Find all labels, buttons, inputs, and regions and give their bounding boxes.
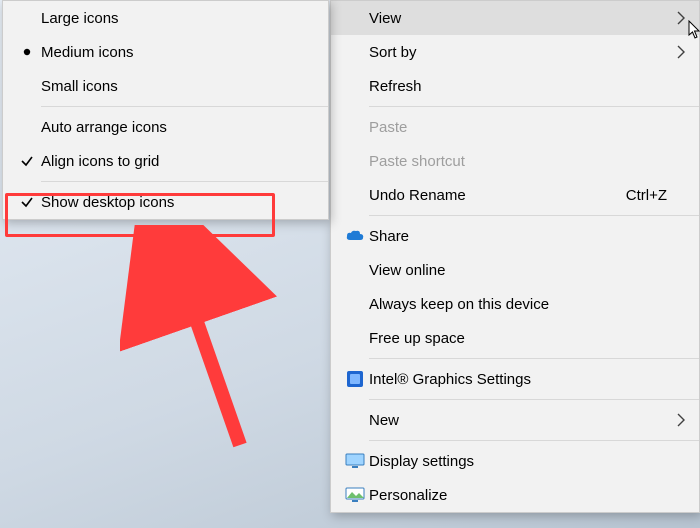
menu-separator xyxy=(369,358,699,359)
menu-item-graphics-settings[interactable]: Intel® Graphics Settings xyxy=(331,362,699,396)
menu-item-share[interactable]: Share xyxy=(331,219,699,253)
menu-item-label: Undo Rename xyxy=(369,187,626,204)
display-settings-icon xyxy=(341,453,369,469)
menu-item-label: New xyxy=(369,412,673,429)
menu-item-label: Auto arrange icons xyxy=(41,119,318,136)
menu-item-always-keep[interactable]: Always keep on this device xyxy=(331,287,699,321)
menu-item-small-icons[interactable]: Small icons xyxy=(3,69,328,103)
menu-item-label: Show desktop icons xyxy=(41,194,318,211)
menu-item-new[interactable]: New xyxy=(331,403,699,437)
menu-item-label: Personalize xyxy=(369,487,673,504)
submenu-arrow-icon xyxy=(673,44,689,60)
menu-separator xyxy=(41,106,328,107)
submenu-arrow-icon xyxy=(673,412,689,428)
menu-item-display-settings[interactable]: Display settings xyxy=(331,444,699,478)
menu-item-label: Share xyxy=(369,228,673,245)
menu-item-free-up[interactable]: Free up space xyxy=(331,321,699,355)
menu-item-label: Display settings xyxy=(369,453,673,470)
view-submenu: Large icons Medium icons Small icons Aut… xyxy=(2,0,329,220)
intel-graphics-icon xyxy=(341,370,369,388)
checkmark-icon xyxy=(13,154,41,168)
onedrive-share-icon xyxy=(341,230,369,242)
menu-item-label: Large icons xyxy=(41,10,318,27)
submenu-arrow-icon xyxy=(673,10,689,26)
menu-item-large-icons[interactable]: Large icons xyxy=(3,1,328,35)
menu-item-label: Align icons to grid xyxy=(41,153,318,170)
menu-item-show-desktop-icons[interactable]: Show desktop icons xyxy=(3,185,328,219)
checkmark-icon xyxy=(13,195,41,209)
radio-bullet-icon xyxy=(13,47,41,57)
menu-item-label: Paste xyxy=(369,119,673,136)
personalize-icon xyxy=(341,487,369,503)
menu-item-sort-by[interactable]: Sort by xyxy=(331,35,699,69)
menu-item-view[interactable]: View xyxy=(331,1,699,35)
menu-item-label: Paste shortcut xyxy=(369,153,673,170)
menu-item-label: Sort by xyxy=(369,44,673,61)
menu-item-paste: Paste xyxy=(331,110,699,144)
menu-item-label: Intel® Graphics Settings xyxy=(369,371,673,388)
menu-item-label: Always keep on this device xyxy=(369,296,673,313)
menu-item-label: Small icons xyxy=(41,78,318,95)
menu-item-label: Free up space xyxy=(369,330,673,347)
annotation-arrow-icon xyxy=(120,225,280,465)
menu-item-align-to-grid[interactable]: Align icons to grid xyxy=(3,144,328,178)
menu-item-accelerator: Ctrl+Z xyxy=(626,187,673,204)
menu-separator xyxy=(369,215,699,216)
menu-item-personalize[interactable]: Personalize xyxy=(331,478,699,512)
menu-separator xyxy=(369,106,699,107)
menu-separator xyxy=(369,399,699,400)
menu-item-medium-icons[interactable]: Medium icons xyxy=(3,35,328,69)
menu-item-label: View online xyxy=(369,262,673,279)
menu-item-refresh[interactable]: Refresh xyxy=(331,69,699,103)
menu-item-view-online[interactable]: View online xyxy=(331,253,699,287)
menu-item-undo-rename[interactable]: Undo Rename Ctrl+Z xyxy=(331,178,699,212)
menu-separator xyxy=(41,181,328,182)
menu-item-auto-arrange[interactable]: Auto arrange icons xyxy=(3,110,328,144)
menu-item-label: View xyxy=(369,10,673,27)
menu-item-paste-shortcut: Paste shortcut xyxy=(331,144,699,178)
menu-item-label: Refresh xyxy=(369,78,673,95)
desktop-context-menu: View Sort by Refresh Paste Paste shortcu… xyxy=(330,0,700,513)
menu-separator xyxy=(369,440,699,441)
menu-item-label: Medium icons xyxy=(41,44,318,61)
